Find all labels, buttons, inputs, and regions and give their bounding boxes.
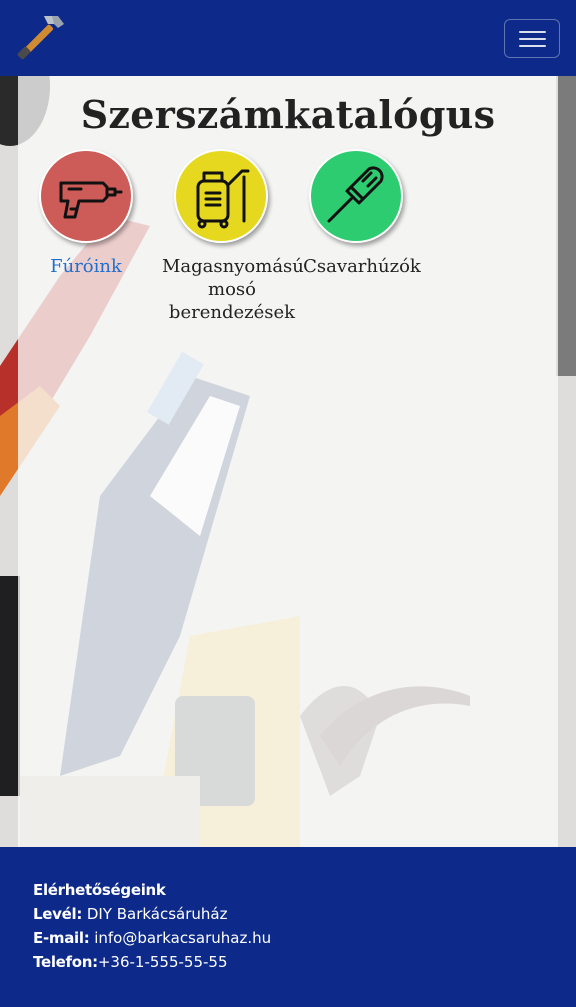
footer: Elérhetőségeink Levél: DIY Barkácsáruház… — [0, 847, 576, 1007]
phone-label: Telefon: — [33, 953, 98, 971]
page-title: Szerszámkatalógus — [80, 92, 496, 137]
category-screwdrivers-button[interactable] — [309, 149, 403, 243]
email-label: E-mail: — [33, 929, 90, 947]
drill-icon — [59, 181, 123, 219]
category-drills-link[interactable]: Fúróink — [39, 255, 133, 278]
email-value[interactable]: info@barkacsaruhaz.hu — [94, 929, 271, 947]
footer-letter: Levél: DIY Barkácsáruház — [33, 905, 227, 923]
footer-heading: Elérhetőségeink — [33, 881, 166, 899]
category-pressure-washers-label[interactable]: Magasnyomású mosó berendezések — [162, 255, 304, 324]
footer-heading-text: Elérhetőségeink — [33, 881, 166, 899]
footer-phone: Telefon:+36-1-555-55-55 — [33, 953, 228, 971]
footer-email: E-mail: info@barkacsaruhaz.hu — [33, 929, 271, 947]
pressure-washer-icon — [196, 169, 250, 229]
label-line: berendezések — [168, 302, 296, 323]
phone-value[interactable]: +36-1-555-55-55 — [98, 953, 228, 971]
category-screwdrivers-label[interactable]: Csavarhúzók — [300, 255, 424, 278]
label-line: mosó — [208, 279, 256, 300]
label-line: Magasnyomású — [162, 256, 304, 277]
letter-label: Levél: — [33, 905, 83, 923]
hammer-icon[interactable] — [14, 10, 70, 66]
letter-value: DIY Barkácsáruház — [86, 905, 228, 923]
category-drills-button[interactable] — [39, 149, 133, 243]
hamburger-menu-icon[interactable] — [504, 19, 560, 58]
category-pressure-washers-button[interactable] — [174, 149, 268, 243]
navbar — [0, 0, 576, 76]
screwdriver-icon — [327, 166, 384, 223]
